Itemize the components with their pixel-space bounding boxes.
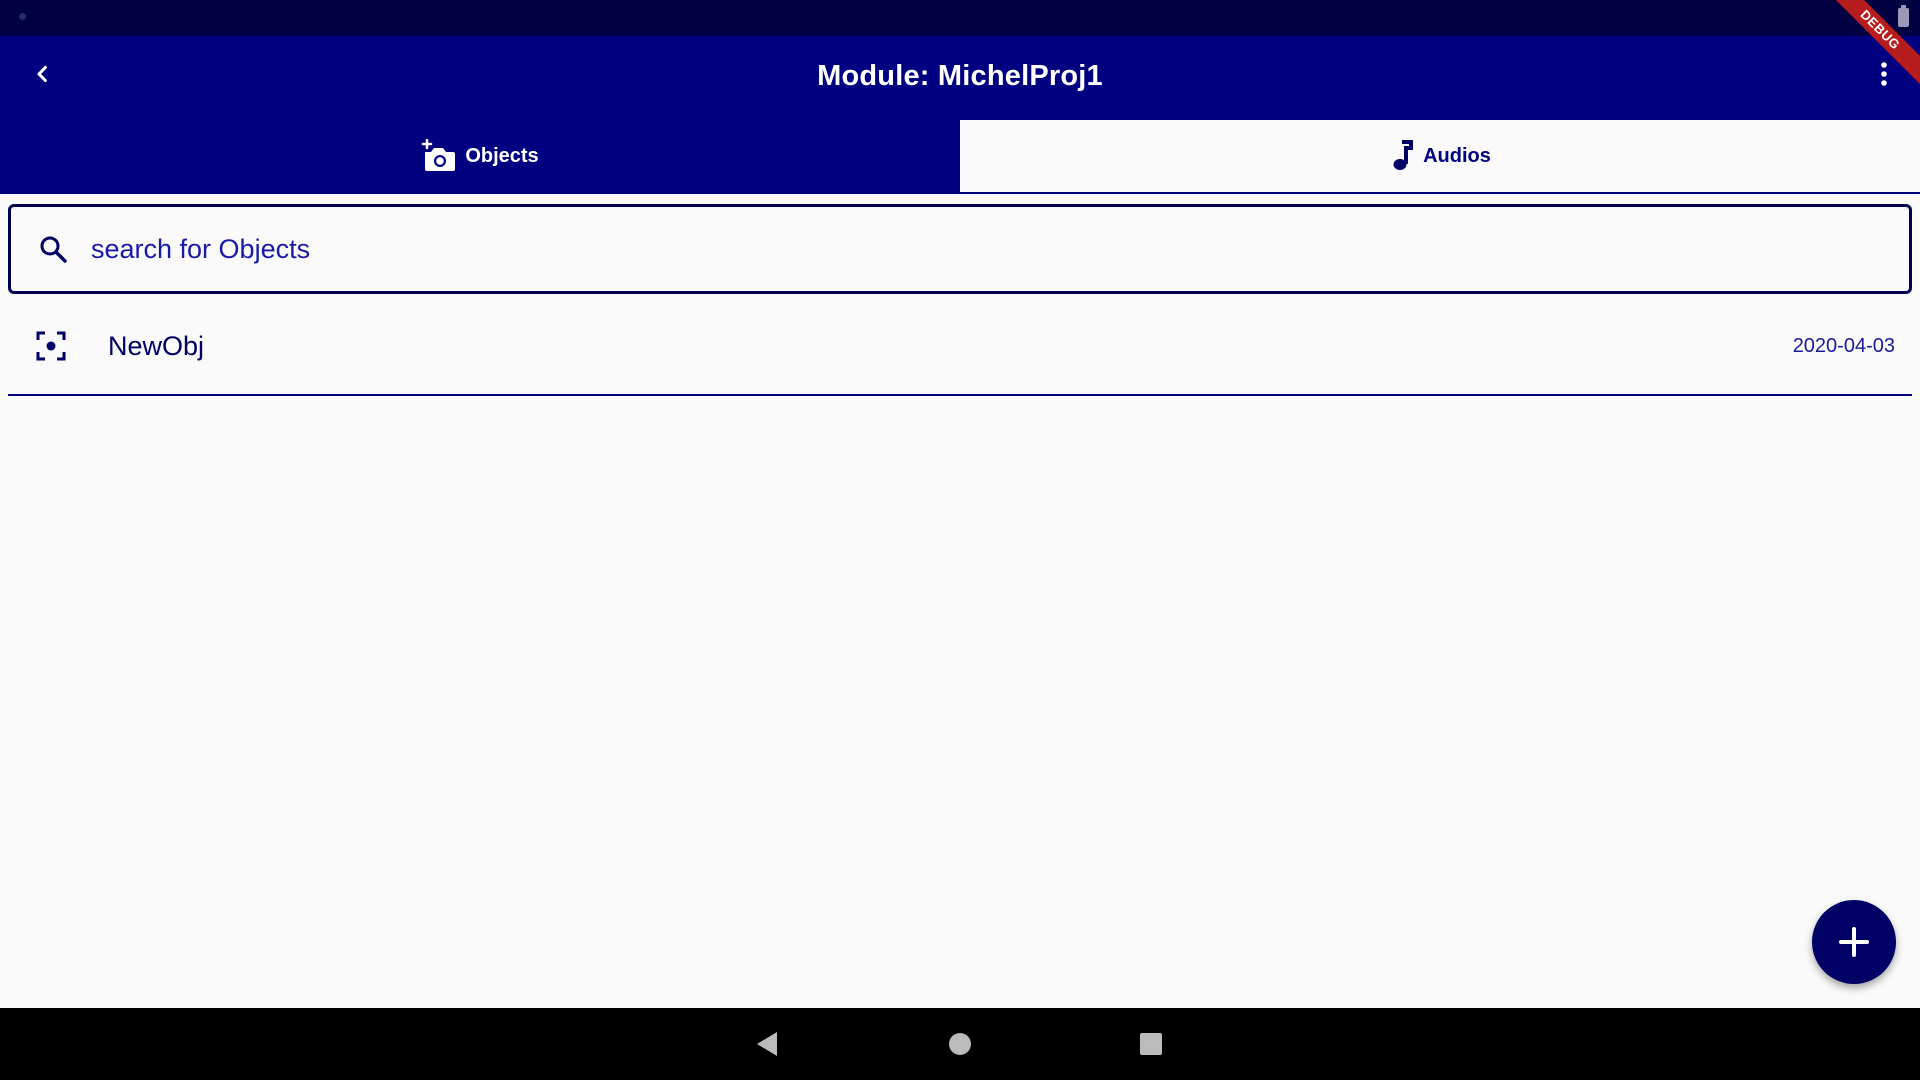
tab-objects-label: Objects xyxy=(465,144,539,167)
search-box xyxy=(8,204,1912,294)
system-nav-bar xyxy=(0,1008,1920,1080)
list-item[interactable]: NewObj 2020-04-03 xyxy=(8,298,1912,396)
plus-icon xyxy=(1839,927,1869,957)
status-bar xyxy=(0,0,1920,36)
music-note-icon xyxy=(1393,140,1414,170)
tab-audios[interactable]: Audios xyxy=(960,120,1920,192)
back-button[interactable] xyxy=(18,50,66,98)
item-icon-wrap xyxy=(16,330,86,362)
circle-home-icon xyxy=(949,1033,971,1055)
app-bar: Module: MichelProj1 xyxy=(0,36,1920,120)
search-icon-wrap xyxy=(17,234,89,264)
list-item-name: NewObj xyxy=(108,330,205,361)
tab-objects[interactable]: Objects xyxy=(0,120,960,192)
nav-back-button[interactable] xyxy=(743,1020,791,1068)
nav-recents-button[interactable] xyxy=(1127,1020,1175,1068)
add-object-button[interactable] xyxy=(1812,900,1896,984)
more-options-button[interactable] xyxy=(1860,50,1908,98)
more-vert-icon xyxy=(1881,62,1887,86)
tab-audios-label: Audios xyxy=(1423,144,1491,167)
square-recents-icon xyxy=(1140,1033,1162,1055)
chevron-left-icon xyxy=(37,65,47,83)
nav-home-button[interactable] xyxy=(936,1020,984,1068)
battery-icon xyxy=(1898,5,1909,27)
triangle-back-icon xyxy=(757,1032,777,1056)
add-camera-icon xyxy=(422,139,456,171)
notification-dot-icon xyxy=(19,13,26,20)
tab-bar: Objects Audios xyxy=(0,120,1920,194)
search-input[interactable] xyxy=(89,207,1909,291)
search-icon xyxy=(40,236,67,263)
center-focus-icon xyxy=(36,331,66,361)
list-item-date: 2020-04-03 xyxy=(1792,334,1895,357)
page-title: Module: MichelProj1 xyxy=(817,59,1103,92)
